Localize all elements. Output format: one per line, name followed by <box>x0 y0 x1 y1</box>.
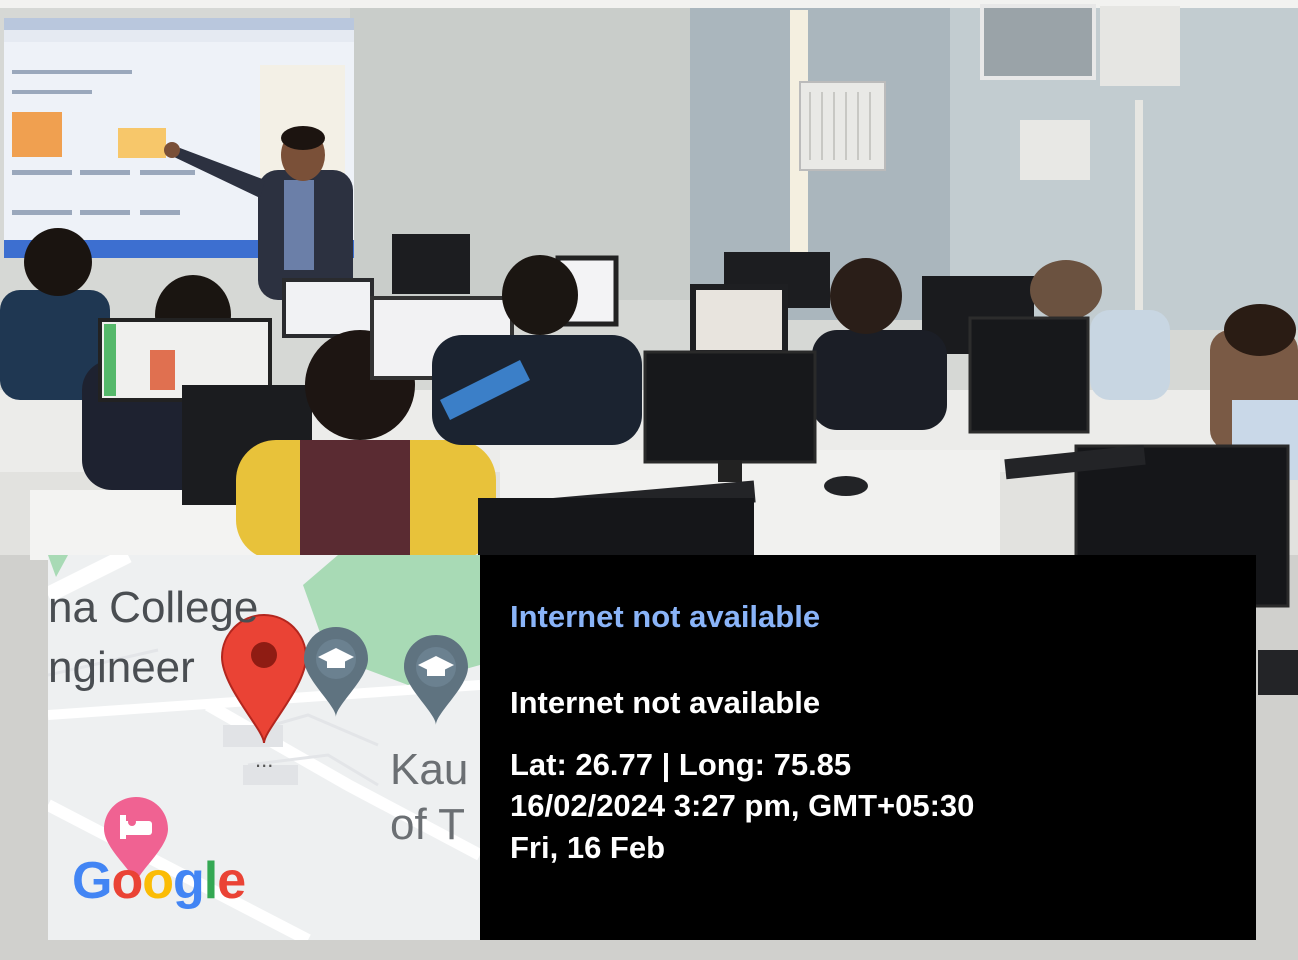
google-logo-letter: G <box>72 852 112 910</box>
pin-dots: ... <box>255 747 274 772</box>
date-time-readout: 16/02/2024 3:27 pm, GMT+05:30 <box>510 788 975 823</box>
google-logo: Google <box>72 851 246 911</box>
google-logo-letter: g <box>172 852 205 910</box>
geotag-photo: na College ngineer Kau of T ... Google I… <box>0 0 1298 960</box>
map-place-label: of T <box>390 800 466 849</box>
map-place-label: ngineer <box>48 643 195 692</box>
map-thumbnail[interactable]: na College ngineer Kau of T ... Google <box>48 555 480 940</box>
map-place-label: na College <box>48 583 259 632</box>
google-logo-letter: e <box>217 852 246 910</box>
map-place-label: Kau <box>390 745 469 794</box>
geotag-info-panel: Internet not available Internet not avai… <box>480 555 1256 940</box>
google-logo-letter: l <box>203 852 218 910</box>
day-readout: Fri, 16 Feb <box>510 830 666 865</box>
lat-long-readout: Lat: 26.77 | Long: 75.85 <box>510 747 852 782</box>
location-heading: Internet not available <box>510 599 821 634</box>
location-address: Internet not available <box>510 685 821 720</box>
google-logo-letter: o <box>142 852 174 910</box>
google-logo-letter: o <box>111 852 143 910</box>
